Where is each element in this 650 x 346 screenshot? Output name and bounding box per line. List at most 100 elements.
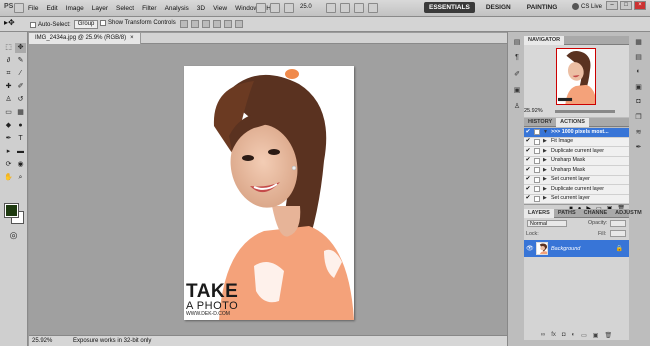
menu-file[interactable]: File <box>24 4 42 13</box>
align-bottom-icon[interactable] <box>202 20 210 28</box>
blur-tool-icon[interactable]: ◆ <box>3 121 14 131</box>
auto-select-dropdown[interactable]: Group <box>73 20 99 29</box>
action-dialog-toggle[interactable] <box>534 148 540 155</box>
action-dialog-toggle[interactable] <box>534 176 540 183</box>
tab-paths[interactable]: PATHS <box>554 209 580 218</box>
adjustment-layer-icon[interactable]: ◐ <box>571 332 575 342</box>
marquee-tool-icon[interactable]: ⬚ <box>3 43 14 53</box>
bridge-icon[interactable] <box>14 3 24 13</box>
tool-presets-icon[interactable]: ▣ <box>510 86 524 98</box>
quick-mask-icon[interactable]: ◎ <box>8 230 19 240</box>
eraser-icon[interactable]: ▭ <box>3 108 14 118</box>
hand-tool-icon[interactable]: ✋ <box>3 173 14 183</box>
shape-tool-icon[interactable]: ▬ <box>15 147 26 157</box>
hand-tool-icon[interactable] <box>326 3 336 13</box>
minibridge-icon[interactable] <box>256 3 266 13</box>
close-tab-icon[interactable]: × <box>130 34 134 43</box>
tab-adjustments[interactable]: ADJUSTM <box>611 209 646 218</box>
action-dialog-toggle[interactable] <box>534 157 540 164</box>
swatches-icon[interactable]: ▤ <box>629 53 648 65</box>
action-dialog-toggle[interactable] <box>534 167 540 174</box>
action-row[interactable]: ✔ ▶ Duplicate current layer <box>524 185 629 195</box>
step-triangle-icon[interactable]: ▶ <box>543 147 551 156</box>
paths-icon[interactable]: ✒ <box>629 143 648 155</box>
transform-controls-checkbox[interactable] <box>100 20 106 26</box>
action-check-icon[interactable]: ✔ <box>524 128 532 137</box>
styles-icon[interactable]: ▣ <box>629 83 648 95</box>
menu-edit[interactable]: Edit <box>42 4 61 13</box>
workspace-design[interactable]: DESIGN <box>481 2 516 13</box>
zoom-tool-icon[interactable]: ⌕ <box>15 173 26 183</box>
layers-icon[interactable]: ❐ <box>629 113 648 125</box>
align-left-icon[interactable] <box>213 20 221 28</box>
group-icon[interactable]: ▭ <box>581 332 587 342</box>
menu-3d[interactable]: 3D <box>193 4 209 13</box>
navigator-zoom-value[interactable]: 25.92% <box>524 108 543 114</box>
align-hcenter-icon[interactable] <box>224 20 232 28</box>
tab-actions[interactable]: ACTIONS <box>556 118 589 127</box>
clone-source-icon[interactable]: ♙ <box>510 102 524 114</box>
lasso-tool-icon[interactable]: ∂ <box>3 56 14 66</box>
paragraph-icon[interactable]: ¶ <box>510 54 524 66</box>
tab-channels[interactable]: CHANNE <box>580 209 612 218</box>
masks-icon[interactable]: ◘ <box>629 98 648 110</box>
action-dialog-toggle[interactable] <box>534 138 540 145</box>
expand-triangle-icon[interactable]: ▼ <box>543 128 551 137</box>
move-tool-icon[interactable]: ✥ <box>15 43 26 53</box>
new-layer-icon[interactable]: ▣ <box>593 332 599 342</box>
align-top-icon[interactable] <box>180 20 188 28</box>
3d-camera-icon[interactable]: ◉ <box>15 160 26 170</box>
auto-select-option[interactable]: Auto-Select: Group <box>30 20 99 29</box>
action-check-icon[interactable]: ✔ <box>524 166 532 175</box>
arrange-documents-icon[interactable] <box>354 3 364 13</box>
clone-stamp-icon[interactable]: ♙ <box>3 95 14 105</box>
action-row[interactable]: ✔ ▶ Set current layer <box>524 194 629 204</box>
action-check-icon[interactable]: ✔ <box>524 137 532 146</box>
menu-select[interactable]: Select <box>112 4 138 13</box>
action-row[interactable]: ✔ ▶ Unsharp Mask <box>524 156 629 166</box>
action-row[interactable]: ✔ ▶ Unsharp Mask <box>524 166 629 176</box>
screen-mode-icon[interactable] <box>368 3 378 13</box>
layer-style-icon[interactable]: fx <box>551 332 556 342</box>
fill-field[interactable] <box>610 230 626 237</box>
step-triangle-icon[interactable]: ▶ <box>543 156 551 165</box>
zoom-tool-icon[interactable] <box>284 3 294 13</box>
eyedropper-icon[interactable]: ⁄ <box>15 69 26 79</box>
document-tab[interactable]: IMG_2434a.jpg @ 25.9% (RGB/8) × <box>29 33 141 44</box>
visibility-eye-icon[interactable]: 👁 <box>526 245 534 252</box>
move-tool-icon[interactable]: ▸✥ <box>4 18 15 27</box>
navigator-zoom-slider[interactable] <box>555 110 615 113</box>
step-triangle-icon[interactable]: ▶ <box>543 166 551 175</box>
action-check-icon[interactable]: ✔ <box>524 175 532 184</box>
action-check-icon[interactable]: ✔ <box>524 194 532 203</box>
gradient-tool-icon[interactable]: ▦ <box>15 108 26 118</box>
cs-live-button[interactable]: CS Live <box>572 3 602 10</box>
zoom-level[interactable]: 25.0 <box>300 4 312 10</box>
grid-icon[interactable] <box>270 3 280 13</box>
3d-rotate-icon[interactable]: ⟳ <box>3 160 14 170</box>
tab-navigator[interactable]: NAVIGATOR <box>524 36 565 45</box>
align-vcenter-icon[interactable] <box>191 20 199 28</box>
color-panel-icon[interactable]: ▦ <box>629 38 648 50</box>
action-row[interactable]: ✔ ▶ Set current layer <box>524 175 629 185</box>
step-triangle-icon[interactable]: ▶ <box>543 194 551 203</box>
align-right-icon[interactable] <box>235 20 243 28</box>
action-check-icon[interactable]: ✔ <box>524 147 532 156</box>
maximize-icon[interactable]: □ <box>620 1 632 10</box>
menu-filter[interactable]: Filter <box>138 4 160 13</box>
type-tool-icon[interactable]: T <box>15 134 26 144</box>
rotate-view-icon[interactable] <box>340 3 350 13</box>
status-zoom[interactable]: 25.92% <box>32 338 52 344</box>
close-icon[interactable]: × <box>634 1 646 10</box>
opacity-field[interactable] <box>610 220 626 227</box>
navigator-thumbnail[interactable] <box>556 48 596 105</box>
dodge-tool-icon[interactable]: ● <box>15 121 26 131</box>
action-row[interactable]: ✔ ▶ Duplicate current layer <box>524 147 629 157</box>
action-check-icon[interactable]: ✔ <box>524 185 532 194</box>
action-dialog-toggle[interactable] <box>534 129 540 136</box>
action-set-row[interactable]: ✔ ▼ >>> 1000 pixels most... <box>524 128 629 138</box>
delete-layer-icon[interactable]: 🗑 <box>604 332 612 342</box>
step-triangle-icon[interactable]: ▶ <box>543 175 551 184</box>
layer-row[interactable]: 👁 Background 🔒 <box>524 240 629 257</box>
transform-controls-option[interactable]: Show Transform Controls <box>100 20 176 26</box>
